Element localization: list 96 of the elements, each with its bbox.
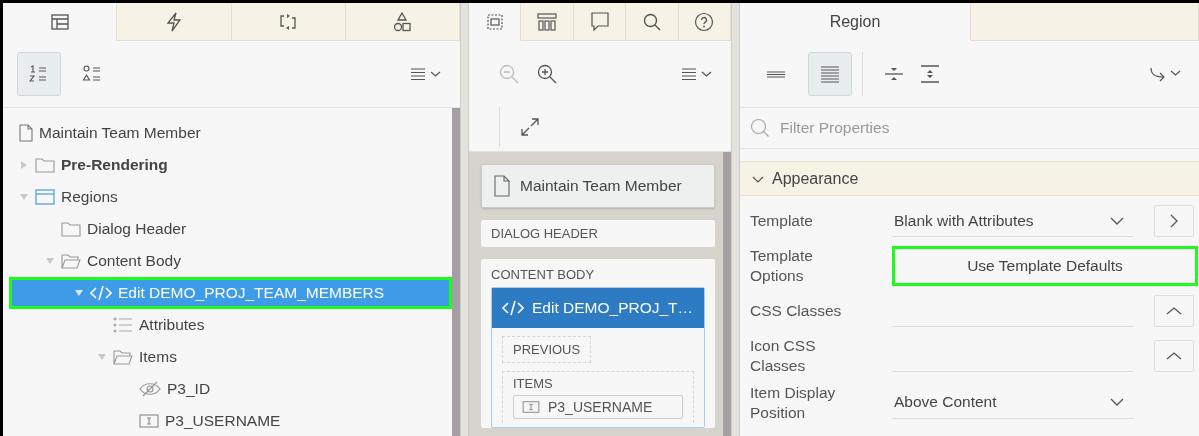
help-icon: [694, 11, 715, 32]
zoom-out-icon: [499, 64, 519, 84]
section-header[interactable]: Appearance: [740, 161, 1199, 196]
scrollbar[interactable]: [723, 152, 731, 436]
three-lines-icon: [766, 70, 786, 78]
code-icon: [90, 285, 112, 301]
tree-item[interactable]: P3_ID: [9, 373, 452, 405]
chevron-down-icon: [1110, 397, 1124, 408]
text-field-icon: [522, 400, 540, 414]
hook-arrow-icon: [1149, 66, 1183, 82]
collapsed-arrow-icon[interactable]: [19, 160, 29, 170]
tree-item[interactable]: Dialog Header: [9, 213, 452, 245]
tree-item[interactable]: Regions: [9, 181, 452, 213]
chevron-right-icon: [1169, 214, 1179, 228]
component-icon: [486, 13, 503, 30]
expand-button[interactable]: [518, 115, 542, 139]
tree-item[interactable]: Maintain Team Member: [9, 117, 452, 149]
zoom-in-button[interactable]: [537, 64, 557, 84]
property-label: Template Options: [750, 246, 814, 287]
swap-icon: [279, 12, 298, 31]
code-icon: [502, 300, 524, 316]
folder-icon: [35, 157, 55, 173]
expand-field-button[interactable]: [1154, 295, 1194, 328]
lightning-icon: [165, 11, 182, 32]
comment-icon: [590, 11, 609, 32]
search-icon: [750, 118, 770, 138]
template-options-button[interactable]: Use Template Defaults: [892, 246, 1198, 287]
item-card[interactable]: P3_USERNAME: [513, 395, 683, 419]
region-title: Edit DEMO_PROJ_T…: [532, 299, 694, 317]
scrollbar[interactable]: [452, 108, 460, 436]
tree-item-label: P3_ID: [167, 380, 211, 398]
property-label: Template: [750, 210, 814, 231]
tree-item-label: Regions: [61, 188, 118, 206]
filter-field[interactable]: Filter Properties: [778, 118, 1189, 138]
tab[interactable]: [469, 3, 522, 41]
list-view-button[interactable]: [808, 52, 852, 96]
region-card[interactable]: Edit DEMO_PROJ_T… PREVIOUS ITEMS P3_USERNAME: [491, 287, 705, 428]
select-field[interactable]: Blank with Attributes: [892, 205, 1134, 237]
expand-field-button[interactable]: [1154, 340, 1194, 373]
layout-icon: [50, 13, 69, 30]
page-title: Maintain Team Member: [520, 177, 682, 195]
slot-title: ITEMS: [513, 376, 554, 391]
tree-item[interactable]: Attributes: [9, 309, 452, 341]
item-label: P3_USERNAME: [548, 399, 653, 415]
splitter[interactable]: [460, 3, 469, 436]
select-field[interactable]: Above Content: [892, 386, 1134, 419]
dialog-header-slot[interactable]: DIALOG HEADER: [481, 220, 715, 247]
tab[interactable]: Region: [740, 3, 971, 41]
tree-item-label: Content Body: [87, 252, 181, 270]
search-icon: [642, 12, 661, 31]
slot-title: CONTENT BODY: [491, 267, 596, 282]
tree-item[interactable]: Content Body: [9, 245, 452, 277]
expanded-arrow-icon[interactable]: [74, 288, 84, 298]
hidden-eye-icon: [139, 381, 161, 397]
page-icon: [19, 124, 33, 142]
slot-title: PREVIOUS: [513, 342, 581, 357]
zoom-in-icon: [537, 64, 557, 84]
tree-item-label: Dialog Header: [87, 220, 187, 238]
expanded-arrow-icon[interactable]: [97, 352, 107, 362]
property-label: Item Display Position: [750, 382, 837, 423]
expanded-arrow-icon[interactable]: [45, 256, 55, 266]
property-label: Icon CSS Classes: [750, 336, 817, 377]
page-card[interactable]: Maintain Team Member: [481, 164, 715, 208]
shapes-icon: [393, 11, 412, 32]
chevron-up-icon: [1166, 306, 1182, 317]
property-label: CSS Classes: [750, 301, 843, 322]
slot-title: DIALOG HEADER: [491, 226, 598, 241]
tree-item[interactable]: P3_USERNAME: [9, 405, 452, 436]
list-icon: [113, 317, 133, 333]
six-lines-icon: [819, 63, 841, 85]
folder-icon: [61, 221, 81, 237]
gallery-icon: [537, 12, 558, 31]
tab[interactable]: [3, 3, 118, 41]
numbered-list-button[interactable]: [17, 52, 61, 96]
content-body-slot[interactable]: CONTENT BODY Edit DEMO_PROJ_T… PREVIOUS ITEMS P3_USERNAME: [481, 259, 715, 428]
expanded-arrow-icon[interactable]: [19, 192, 29, 202]
chevron-down-icon: [1110, 215, 1124, 226]
tree-item-label: Items: [139, 348, 177, 366]
tree-item-label: Maintain Team Member: [39, 124, 201, 142]
tree-item-label: Attributes: [139, 316, 205, 334]
region-icon: [35, 189, 55, 205]
chevron-up-icon: [1166, 351, 1182, 362]
text-field-icon: [139, 413, 159, 429]
tree-item-label: P3_USERNAME: [165, 412, 281, 430]
tree-item[interactable]: Items: [9, 341, 452, 373]
expand-icon: [919, 63, 941, 85]
section-title: Appearance: [772, 169, 859, 188]
navigate-button[interactable]: [1154, 205, 1194, 237]
tree-item[interactable]: Pre-Rendering: [9, 149, 452, 181]
region-header[interactable]: Edit DEMO_PROJ_T…: [492, 288, 704, 328]
folder-icon: [61, 253, 81, 269]
tree-item-label: Edit DEMO_PROJ_TEAM_MEMBERS: [118, 284, 385, 302]
page-icon: [494, 175, 510, 197]
tree-item-label: Pre-Rendering: [61, 156, 168, 174]
folder-icon: [113, 349, 133, 365]
expand-icon: [520, 117, 540, 137]
